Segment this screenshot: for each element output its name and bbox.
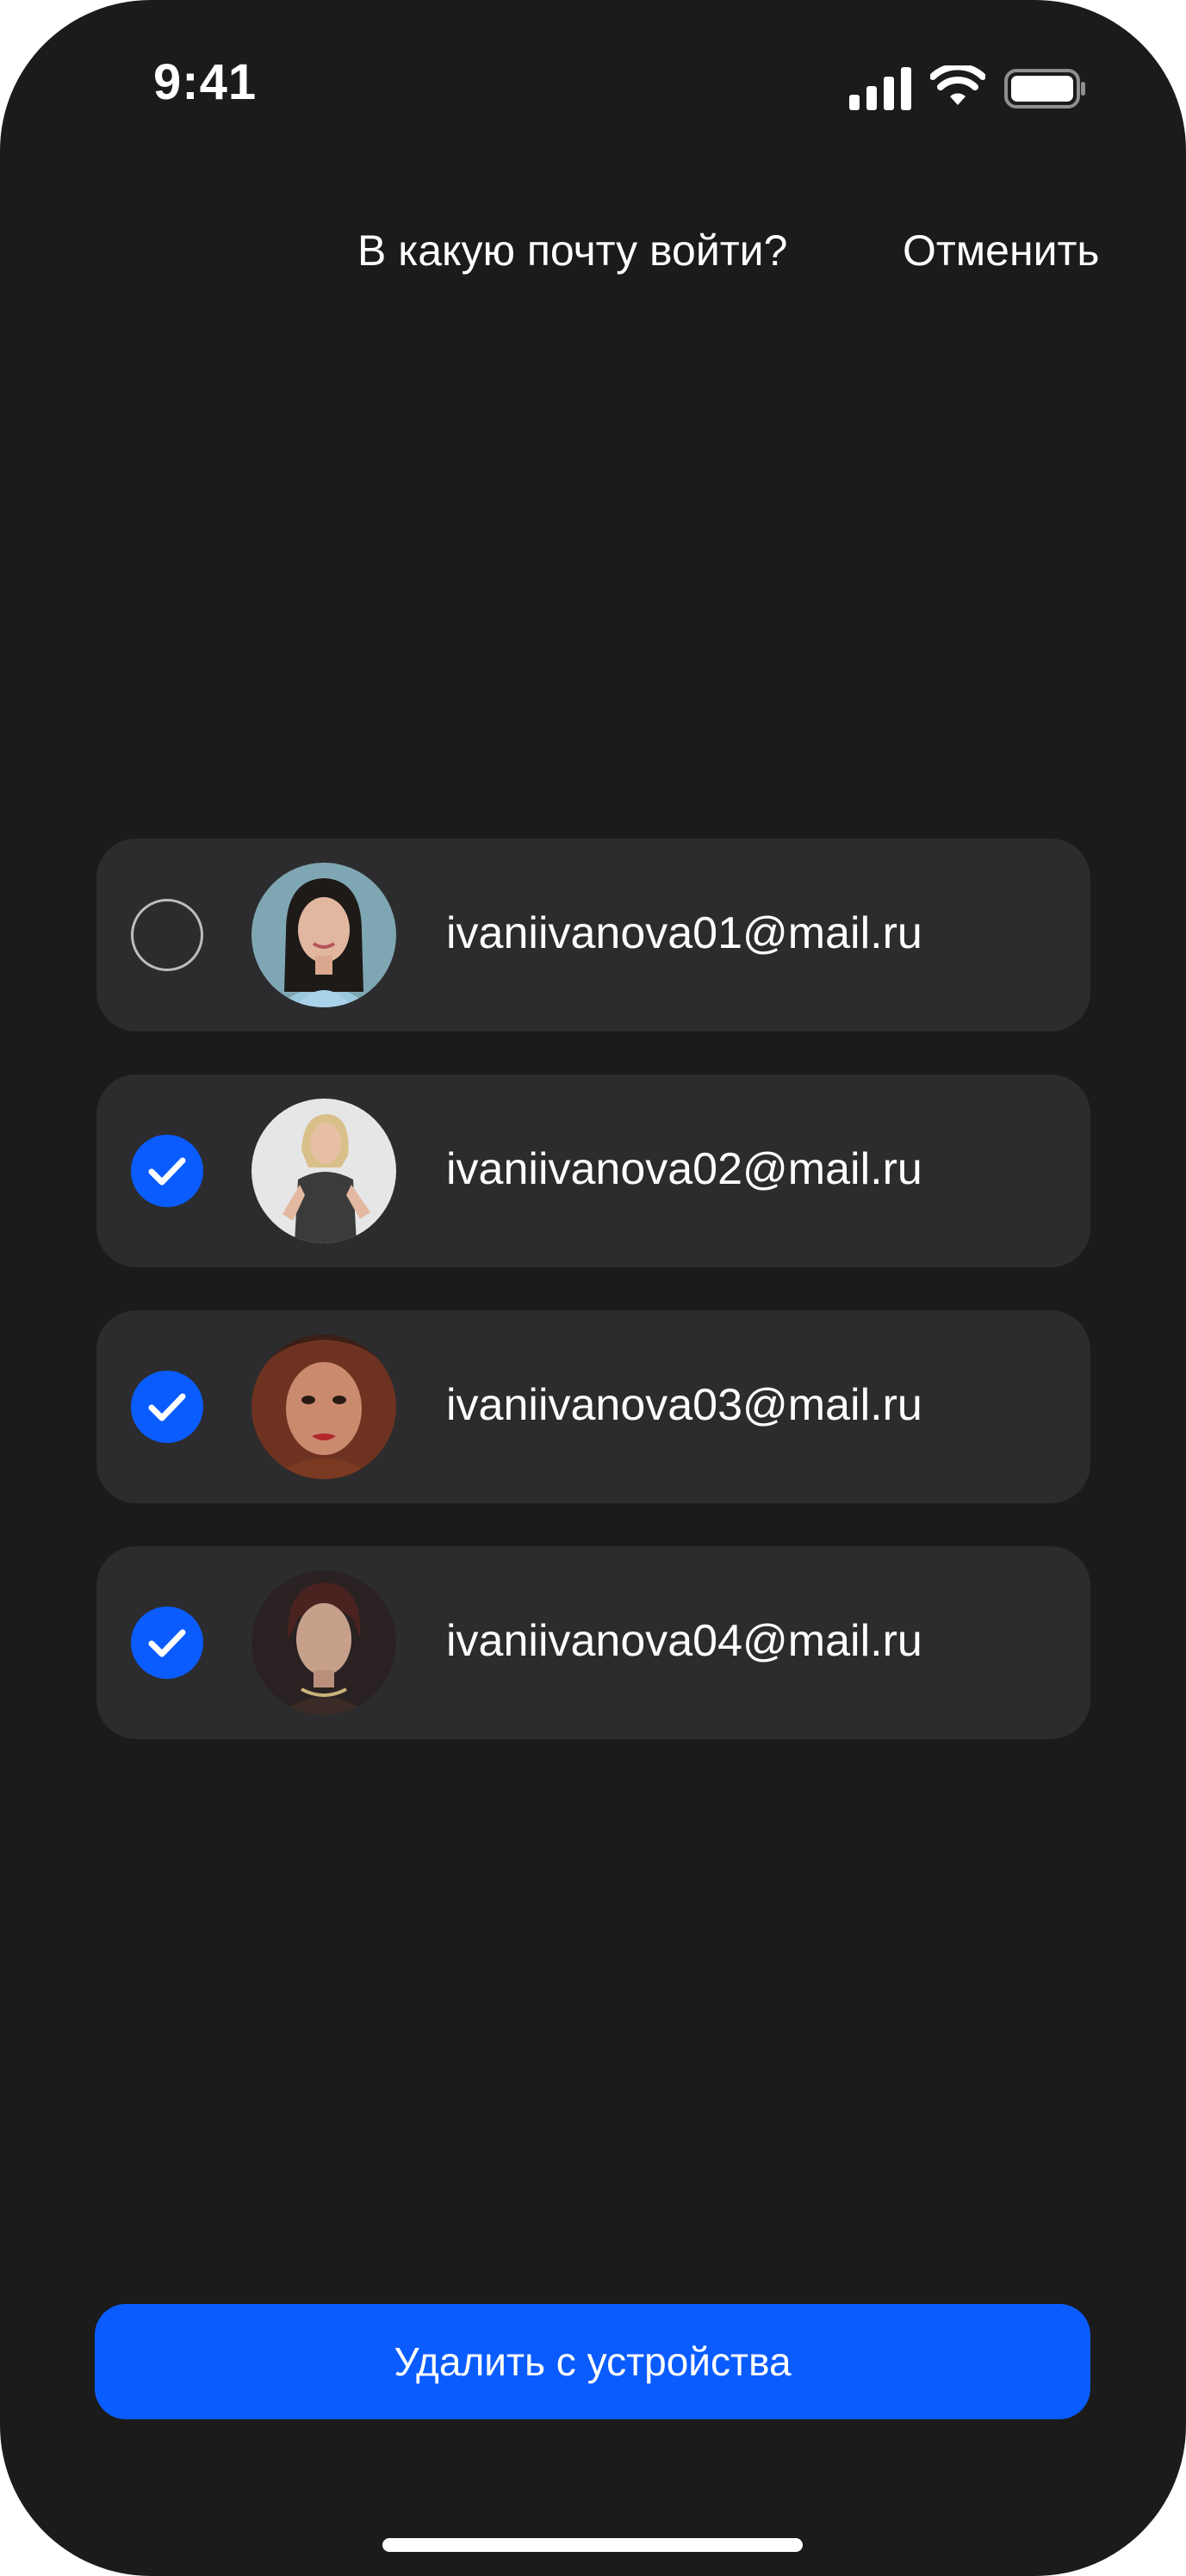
- delete-from-device-button[interactable]: Удалить с устройства: [95, 2304, 1090, 2419]
- account-email: ivaniivanova01@mail.ru: [446, 908, 922, 958]
- unchecked-circle-icon[interactable]: [131, 899, 203, 971]
- account-row-4[interactable]: ivaniivanova04@mail.ru: [96, 1546, 1090, 1739]
- battery-icon: [1004, 69, 1085, 108]
- checked-circle-icon[interactable]: [131, 1135, 203, 1207]
- account-email: ivaniivanova02@mail.ru: [446, 1144, 922, 1194]
- account-row-1[interactable]: ivaniivanova01@mail.ru: [96, 839, 1090, 1031]
- phone-screen: 9:41 В какую почту войти? Отменить ivani…: [0, 0, 1186, 2576]
- account-email: ivaniivanova03@mail.ru: [446, 1380, 922, 1430]
- account-row-2[interactable]: ivaniivanova02@mail.ru: [96, 1074, 1090, 1267]
- avatar: [251, 1570, 396, 1715]
- cellular-signal-icon: [849, 67, 911, 110]
- cancel-button[interactable]: Отменить: [903, 226, 1099, 276]
- checked-circle-icon[interactable]: [131, 1607, 203, 1679]
- account-email: ivaniivanova04@mail.ru: [446, 1616, 922, 1666]
- checked-circle-icon[interactable]: [131, 1371, 203, 1443]
- avatar: [251, 1334, 396, 1479]
- status-time: 9:41: [153, 54, 258, 110]
- home-indicator[interactable]: [382, 2538, 803, 2552]
- avatar: [251, 1099, 396, 1243]
- avatar: [251, 863, 396, 1007]
- wifi-icon: [930, 65, 985, 105]
- account-row-3[interactable]: ivaniivanova03@mail.ru: [96, 1310, 1090, 1503]
- page-title: В какую почту войти?: [357, 226, 788, 275]
- account-list: ivaniivanova01@mail.ru ivaniivanova02@ma…: [96, 839, 1090, 1782]
